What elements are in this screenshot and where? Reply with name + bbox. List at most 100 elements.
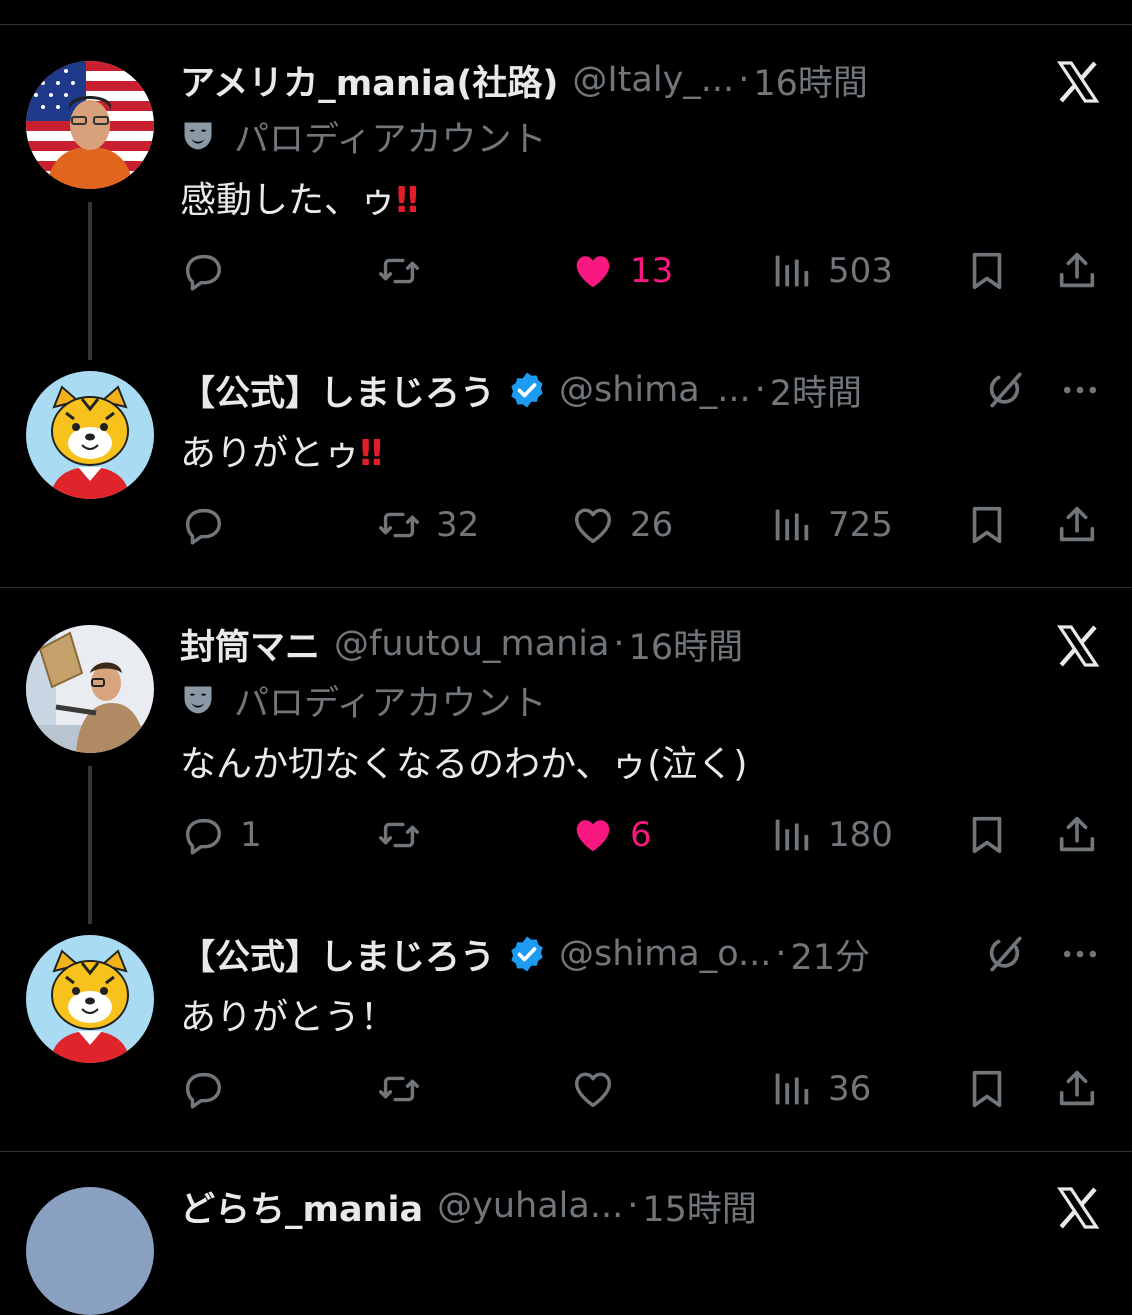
parody-mask-icon [180, 682, 216, 718]
reply-button[interactable] [180, 1064, 240, 1114]
reply-icon [180, 248, 226, 294]
share-button[interactable] [1054, 246, 1100, 296]
reply-icon [180, 812, 226, 858]
avatar[interactable] [26, 625, 154, 753]
share-icon [1054, 1066, 1100, 1112]
parody-label-row: パロディアカウント [180, 114, 547, 160]
action-bar: 13 503 [180, 246, 1110, 296]
separator-dot: · [738, 60, 750, 100]
tweet-header: 封筒マニ @fuutou_mania · 16時間 [180, 620, 743, 668]
like-button[interactable]: 26 [570, 500, 673, 550]
retweet-icon [376, 812, 422, 858]
separator-dot: · [754, 370, 766, 410]
reply-button[interactable]: 1 [180, 810, 262, 860]
verified-badge-icon [507, 370, 547, 410]
tweet-text: ありがとゥ‼ [180, 424, 382, 476]
timestamp[interactable]: 16時間 [753, 55, 868, 106]
grok-icon[interactable] [984, 368, 1028, 412]
like-count: 26 [630, 505, 674, 545]
views-icon [768, 248, 814, 294]
bookmark-button[interactable] [964, 1064, 1010, 1114]
x-logo-icon[interactable] [1054, 622, 1102, 670]
share-button[interactable] [1054, 1064, 1100, 1114]
x-logo-icon[interactable] [1054, 1184, 1102, 1232]
display-name[interactable]: 【公式】しまじろう [180, 929, 495, 980]
timestamp[interactable]: 15時間 [642, 1181, 757, 1232]
avatar-image [26, 935, 154, 1063]
parody-label: パロディアカウント [234, 119, 547, 160]
tweet-text-body: 感動した、ゥ [180, 180, 397, 221]
parody-label: パロディアカウント [234, 683, 547, 724]
tweet-text: ありがとう！ [180, 997, 397, 1038]
top-divider [0, 24, 1132, 25]
avatar-image [26, 61, 154, 189]
like-button[interactable] [570, 1064, 630, 1114]
display-name[interactable]: 【公式】しまじろう [180, 365, 495, 416]
double-exclamation-emoji: ‼ [360, 433, 382, 474]
timestamp[interactable]: 2時間 [770, 365, 862, 416]
like-icon [570, 248, 616, 294]
display-name[interactable]: アメリカ_mania(社路) [180, 55, 558, 106]
views-icon [768, 502, 814, 548]
action-bar: 36 [180, 1064, 1110, 1114]
retweet-button[interactable] [376, 246, 436, 296]
retweet-count: 32 [436, 505, 480, 545]
views-button[interactable]: 725 [768, 500, 893, 550]
display-name[interactable]: 封筒マニ [180, 619, 320, 670]
action-bar: 32 26 725 [180, 500, 1110, 550]
x-logo-icon[interactable] [1054, 58, 1102, 106]
retweet-button[interactable]: 32 [376, 500, 479, 550]
bookmark-button[interactable] [964, 246, 1010, 296]
views-icon [768, 1066, 814, 1112]
tweet-header: どらち_mania @yuhala... · 15時間 [180, 1182, 757, 1230]
retweet-icon [376, 502, 422, 548]
views-button[interactable]: 36 [768, 1064, 871, 1114]
display-name[interactable]: どらち_mania [180, 1181, 423, 1232]
tweet-divider [0, 587, 1132, 588]
bookmark-button[interactable] [964, 500, 1010, 550]
like-icon [570, 1066, 616, 1112]
verified-badge-icon [507, 934, 547, 974]
reply-button[interactable] [180, 500, 240, 550]
handle[interactable]: @shima_... [559, 370, 751, 410]
views-button[interactable]: 503 [768, 246, 893, 296]
reply-icon [180, 502, 226, 548]
bookmark-button[interactable] [964, 810, 1010, 860]
tweet-divider [0, 1151, 1132, 1152]
thread-line [88, 766, 92, 924]
tweet-header: アメリカ_mania(社路) @Italy_... · 16時間 [180, 56, 868, 104]
avatar[interactable] [26, 935, 154, 1063]
grok-icon[interactable] [984, 932, 1028, 976]
like-icon [570, 502, 616, 548]
reply-button[interactable] [180, 246, 240, 296]
like-button[interactable]: 6 [570, 810, 652, 860]
share-icon [1054, 502, 1100, 548]
share-button[interactable] [1054, 500, 1100, 550]
share-button[interactable] [1054, 810, 1100, 860]
avatar-image [26, 1187, 154, 1315]
handle[interactable]: @shima_o... [559, 934, 771, 974]
view-count: 36 [828, 1069, 872, 1109]
timestamp[interactable]: 16時間 [629, 619, 744, 670]
views-button[interactable]: 180 [768, 810, 893, 860]
avatar-image [26, 371, 154, 499]
tweet-text: 感動した、ゥ‼ [180, 171, 418, 223]
avatar[interactable] [26, 371, 154, 499]
handle[interactable]: @Italy_... [572, 60, 734, 100]
retweet-button[interactable] [376, 810, 436, 860]
more-icon[interactable] [1058, 368, 1102, 412]
retweet-button[interactable] [376, 1064, 436, 1114]
bookmark-icon [964, 502, 1010, 548]
timestamp[interactable]: 21分 [791, 929, 871, 980]
share-icon [1054, 812, 1100, 858]
reply-icon [180, 1066, 226, 1112]
tweet-text: なんか切なくなるのわか、ゥ(泣く) [180, 744, 748, 785]
bookmark-icon [964, 248, 1010, 294]
avatar[interactable] [26, 1187, 154, 1315]
view-count: 503 [828, 251, 893, 291]
avatar[interactable] [26, 61, 154, 189]
like-button[interactable]: 13 [570, 246, 673, 296]
handle[interactable]: @fuutou_mania [334, 624, 609, 664]
handle[interactable]: @yuhala... [437, 1186, 623, 1226]
more-icon[interactable] [1058, 932, 1102, 976]
